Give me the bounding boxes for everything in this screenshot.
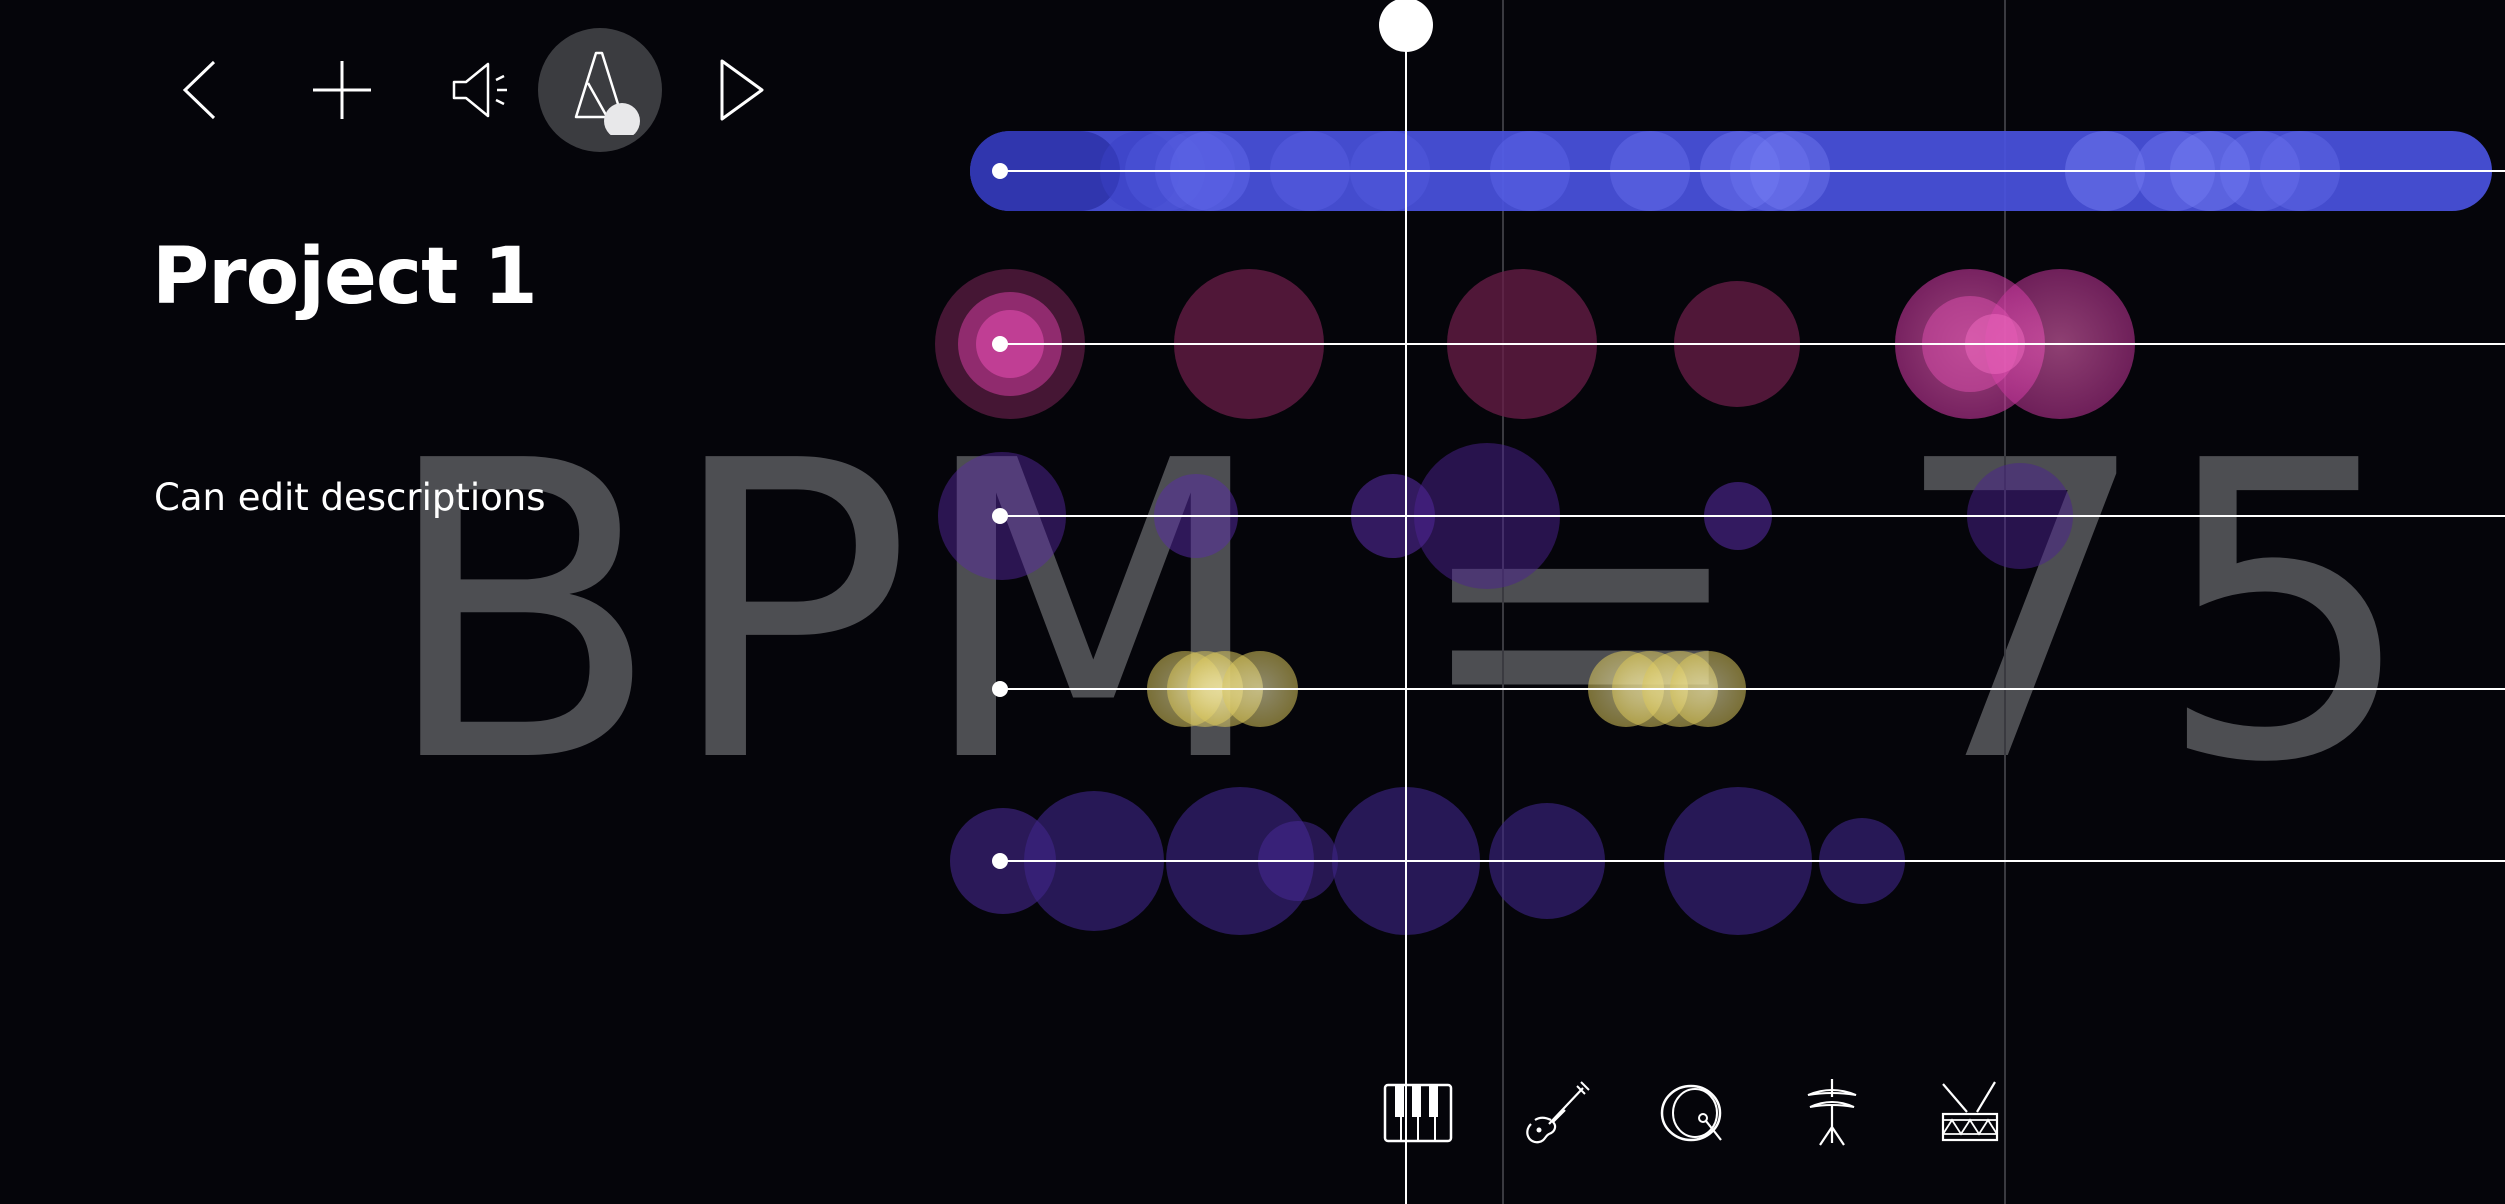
track-piano[interactable] (970, 131, 2505, 211)
track-handle[interactable] (992, 508, 1008, 524)
instrument-cymbal-button[interactable] (1794, 1075, 1870, 1151)
track-cymbal[interactable] (992, 651, 2505, 727)
piano-icon (1383, 1083, 1453, 1143)
project-title[interactable]: Project 1 (152, 232, 538, 322)
track-handle[interactable] (992, 853, 1008, 869)
instrument-piano-button[interactable] (1380, 1075, 1456, 1151)
metronome-icon (574, 51, 640, 135)
chevron-left-icon (182, 60, 216, 120)
track-snare[interactable] (950, 787, 2505, 935)
bass-drum-icon (1660, 1084, 1722, 1142)
project-description[interactable]: Can edit descriptions (154, 476, 546, 519)
cymbal-icon (1807, 1079, 1857, 1146)
guitar-icon (1526, 1081, 1590, 1144)
playhead-handle[interactable] (1379, 0, 1433, 52)
track-handle[interactable] (992, 681, 1008, 697)
metronome-button[interactable] (538, 28, 662, 152)
snare-drum-icon (1941, 1081, 1999, 1142)
play-button[interactable] (678, 28, 802, 152)
speaker-icon (452, 62, 507, 118)
instrument-guitar-button[interactable] (1518, 1075, 1594, 1151)
sound-button[interactable] (418, 28, 542, 152)
track-handle[interactable] (992, 163, 1008, 179)
back-button[interactable] (140, 28, 264, 152)
sequencer-board[interactable] (0, 0, 2505, 1204)
instrument-snare-button[interactable] (1932, 1075, 2008, 1151)
play-icon (720, 59, 764, 121)
track-guitar[interactable] (935, 269, 2505, 419)
add-button[interactable] (280, 28, 404, 152)
track-bass[interactable] (938, 443, 2505, 589)
instrument-bass-drum-button[interactable] (1656, 1075, 1732, 1151)
plus-icon (313, 61, 371, 119)
track-handle[interactable] (992, 336, 1008, 352)
